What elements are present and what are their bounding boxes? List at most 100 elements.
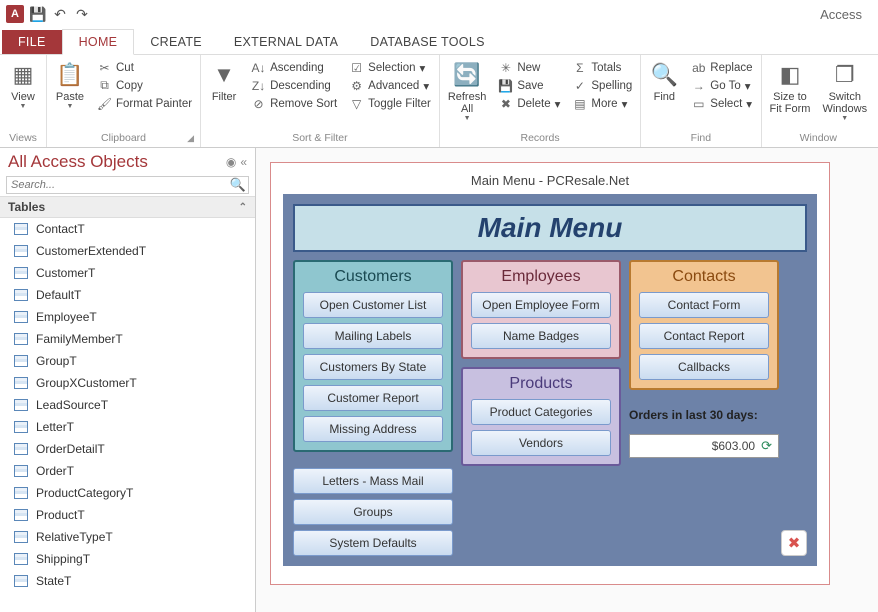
customers-button[interactable]: Customers By State xyxy=(303,354,443,380)
chevron-down-icon: ▼ xyxy=(464,115,471,122)
descending-button[interactable]: Z↓Descending xyxy=(247,77,341,94)
products-button[interactable]: Product Categories xyxy=(471,399,611,425)
toggle-filter-button[interactable]: ▽Toggle Filter xyxy=(345,95,435,112)
nav-table-item[interactable]: ContactT xyxy=(0,218,255,240)
tab-database-tools[interactable]: DATABASE TOOLS xyxy=(354,30,500,54)
nav-object-list[interactable]: ContactT CustomerExtendedTCustomerTDefaul… xyxy=(0,218,255,612)
advanced-button[interactable]: ⚙Advanced ▾ xyxy=(345,77,435,94)
delete-button[interactable]: ✖Delete ▾ xyxy=(494,95,564,112)
cut-icon: ✂ xyxy=(97,60,112,75)
orders-value: $603.00 xyxy=(712,439,755,453)
contacts-button[interactable]: Contact Report xyxy=(639,323,769,349)
nav-header[interactable]: All Access Objects ◉ « xyxy=(0,148,255,174)
table-icon xyxy=(14,421,28,433)
tab-external-data[interactable]: EXTERNAL DATA xyxy=(218,30,354,54)
save-icon[interactable]: 💾 xyxy=(30,6,46,22)
undo-icon[interactable]: ↶ xyxy=(52,6,68,22)
nav-menu-icon[interactable]: ◉ xyxy=(226,155,236,169)
spelling-button[interactable]: ✓Spelling xyxy=(568,77,636,94)
paste-button[interactable]: 📋 Paste ▼ xyxy=(51,57,89,112)
nav-item-label: ContactT xyxy=(36,222,85,236)
nav-table-item[interactable]: ProductCategoryT xyxy=(0,482,255,504)
search-icon[interactable]: 🔍 xyxy=(228,177,248,193)
nav-table-item[interactable]: ShippingT xyxy=(0,548,255,570)
search-input[interactable] xyxy=(7,177,228,193)
group-window: ◧ Size to Fit Form ❐ Switch Windows ▼ Wi… xyxy=(762,55,876,147)
chevron-down-icon: ▼ xyxy=(841,115,848,122)
nav-item-label: GroupXCustomerT xyxy=(36,376,137,390)
redo-icon[interactable]: ↷ xyxy=(74,6,90,22)
nav-table-item[interactable]: RelativeTypeT xyxy=(0,526,255,548)
panel-title: Products xyxy=(471,375,611,393)
extra-button[interactable]: System Defaults xyxy=(293,530,453,556)
table-icon xyxy=(14,245,28,257)
nav-table-item[interactable]: CustomerT xyxy=(0,262,255,284)
nav-table-item[interactable]: DefaultT xyxy=(0,284,255,306)
view-button[interactable]: ▦ View ▼ xyxy=(4,57,42,112)
group-clipboard: 📋 Paste ▼ ✂Cut ⧉Copy 🖌Format Painter Cli… xyxy=(47,55,201,147)
nav-table-item[interactable]: GroupT xyxy=(0,350,255,372)
nav-table-item[interactable]: FamilyMemberT xyxy=(0,328,255,350)
products-button[interactable]: Vendors xyxy=(471,430,611,456)
copy-button[interactable]: ⧉Copy xyxy=(93,77,196,94)
close-form-button[interactable]: ✖ xyxy=(781,530,807,556)
switch-windows-button[interactable]: ❐ Switch Windows ▼ xyxy=(818,57,871,124)
customers-button[interactable]: Missing Address xyxy=(303,416,443,442)
extra-button[interactable]: Groups xyxy=(293,499,453,525)
replace-button[interactable]: abReplace xyxy=(687,59,756,76)
orders-label: Orders in last 30 days: xyxy=(629,408,779,422)
nav-table-item[interactable]: OrderT xyxy=(0,460,255,482)
nav-table-item[interactable]: OrderDetailT xyxy=(0,438,255,460)
nav-table-item[interactable]: GroupXCustomerT xyxy=(0,372,255,394)
spelling-icon: ✓ xyxy=(572,78,587,93)
tables-group-header[interactable]: Tables ⌃ xyxy=(0,196,255,218)
customers-button[interactable]: Open Customer List xyxy=(303,292,443,318)
extra-button[interactable]: Letters - Mass Mail xyxy=(293,468,453,494)
cut-button[interactable]: ✂Cut xyxy=(93,59,196,76)
selection-button[interactable]: ☑Selection ▾ xyxy=(345,59,435,76)
refresh-orders-icon[interactable]: ⟳ xyxy=(761,438,772,454)
select-icon: ▭ xyxy=(691,96,706,111)
find-button[interactable]: 🔍 Find xyxy=(645,57,683,105)
tab-home[interactable]: HOME xyxy=(62,29,135,55)
nav-table-item[interactable]: ProductT xyxy=(0,504,255,526)
customers-button[interactable]: Customer Report xyxy=(303,385,443,411)
more-button[interactable]: ▤More ▾ xyxy=(568,95,636,112)
goto-button[interactable]: →Go To ▾ xyxy=(687,77,756,94)
chevron-down-icon: ▼ xyxy=(20,103,27,110)
fit-form-icon: ◧ xyxy=(776,59,804,91)
table-icon xyxy=(14,487,28,499)
nav-table-item[interactable]: EmployeeT xyxy=(0,306,255,328)
tab-file[interactable]: FILE xyxy=(2,30,62,54)
nav-collapse-icon[interactable]: « xyxy=(240,155,247,169)
group-label: Clipboard◢ xyxy=(51,130,196,147)
title-bar: A 💾 ↶ ↷ Access xyxy=(0,0,878,28)
nav-table-item[interactable]: StateT xyxy=(0,570,255,592)
remove-sort-button[interactable]: ⊘Remove Sort xyxy=(247,95,341,112)
employees-button[interactable]: Name Badges xyxy=(471,323,611,349)
employees-button[interactable]: Open Employee Form xyxy=(471,292,611,318)
size-to-fit-button[interactable]: ◧ Size to Fit Form xyxy=(766,57,815,117)
contacts-button[interactable]: Callbacks xyxy=(639,354,769,380)
group-label: Records xyxy=(444,130,636,147)
format-painter-button[interactable]: 🖌Format Painter xyxy=(93,95,196,112)
ascending-button[interactable]: A↓Ascending xyxy=(247,59,341,76)
panel-title: Employees xyxy=(471,268,611,286)
new-button[interactable]: ✳New xyxy=(494,59,564,76)
filter-button[interactable]: ▼ Filter xyxy=(205,57,243,105)
select-button[interactable]: ▭Select ▾ xyxy=(687,95,756,112)
dialog-launcher-icon[interactable]: ◢ xyxy=(187,133,194,144)
group-label: Find xyxy=(645,130,756,147)
table-icon xyxy=(14,575,28,587)
brush-icon: 🖌 xyxy=(97,96,112,111)
nav-table-item[interactable]: CustomerExtendedT xyxy=(0,240,255,262)
table-icon xyxy=(14,531,28,543)
refresh-all-button[interactable]: 🔄 Refresh All ▼ xyxy=(444,57,491,124)
nav-table-item[interactable]: LeadSourceT xyxy=(0,394,255,416)
save-record-button[interactable]: 💾Save xyxy=(494,77,564,94)
tab-create[interactable]: CREATE xyxy=(134,30,218,54)
nav-table-item[interactable]: LetterT xyxy=(0,416,255,438)
contacts-button[interactable]: Contact Form xyxy=(639,292,769,318)
customers-button[interactable]: Mailing Labels xyxy=(303,323,443,349)
totals-button[interactable]: ΣTotals xyxy=(568,59,636,76)
